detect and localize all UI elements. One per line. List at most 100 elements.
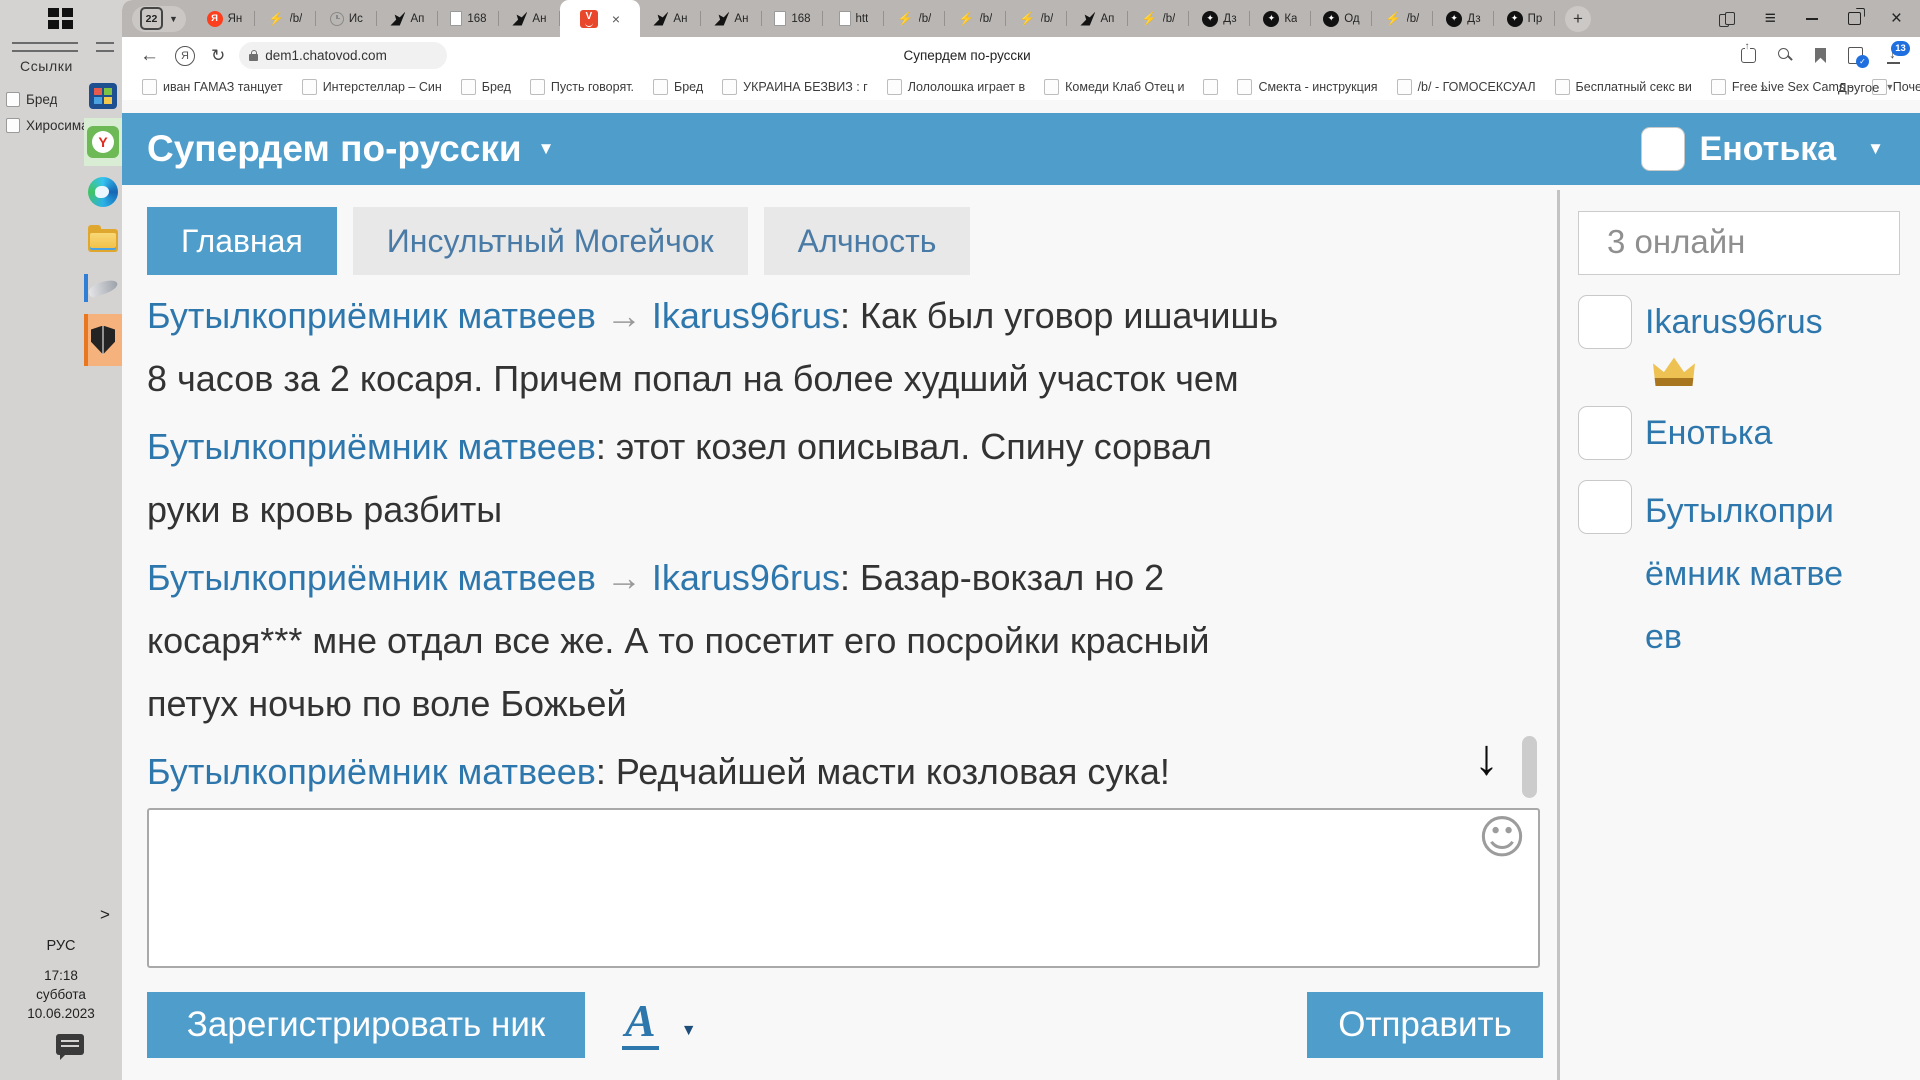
- bookmark-icon[interactable]: [1815, 48, 1826, 63]
- toolbar-grip[interactable]: [12, 42, 78, 52]
- file-explorer-icon[interactable]: [84, 220, 122, 260]
- browser-tab[interactable]: Ан: [640, 0, 701, 37]
- room-dropdown-caret-icon[interactable]: ▼: [538, 139, 555, 159]
- browser-menu-icon[interactable]: ≡: [1765, 9, 1776, 28]
- chat-scrollbar-thumb[interactable]: [1522, 736, 1537, 798]
- shield-app-icon[interactable]: [84, 314, 122, 366]
- message-arrow: →: [596, 295, 652, 336]
- message-author[interactable]: Бутылкоприёмник матвеев: [147, 426, 596, 467]
- bookmark-item[interactable]: Бред: [461, 79, 511, 95]
- tab-favicon-icon: [774, 11, 786, 26]
- language-indicator[interactable]: РУС: [0, 938, 122, 954]
- bookmark-item[interactable]: УКРАИНА БЕЗВИЗ : г: [722, 79, 868, 95]
- share-icon[interactable]: [1741, 48, 1756, 63]
- tab-close-icon[interactable]: [612, 11, 620, 27]
- browser-tab[interactable]: [560, 0, 640, 37]
- text-format-control[interactable]: A ▼: [622, 998, 697, 1050]
- taskbar-link[interactable]: Хиросима Н: [6, 112, 88, 138]
- downloads-icon[interactable]: 13: [1885, 47, 1902, 64]
- bookmark-item[interactable]: иван ГАМАЗ танцует: [142, 79, 283, 95]
- browser-tab[interactable]: /b/: [1128, 0, 1189, 37]
- chat-room-tab[interactable]: Главная: [147, 207, 337, 275]
- bookmark-item[interactable]: Free Live Sex Cams -: [1711, 79, 1853, 95]
- message-target[interactable]: Ikarus96rus: [652, 295, 840, 336]
- taskbar-clock[interactable]: 17:18 суббота 10.06.2023: [0, 966, 122, 1023]
- message-author[interactable]: Бутылкоприёмник матвеев: [147, 557, 596, 598]
- scroll-to-bottom-arrow-icon[interactable]: ↓: [1474, 728, 1499, 786]
- user-name[interactable]: Ikarus96rus: [1645, 295, 1823, 349]
- browser-tab[interactable]: Дз: [1189, 0, 1250, 37]
- bookmark-item[interactable]: Лололошка играет в: [887, 79, 1025, 95]
- user-list-item[interactable]: Бутылкоприёмник матвеев: [1578, 480, 1918, 669]
- bookmark-item[interactable]: Пусть говорят.: [530, 79, 634, 95]
- yandex-browser-icon[interactable]: Y: [84, 118, 122, 166]
- bookmark-item[interactable]: Интерстеллар – Син: [302, 79, 442, 95]
- bookmark-item[interactable]: [1203, 79, 1218, 95]
- bookmarks-overflow-chevron[interactable]: »: [1760, 79, 1768, 95]
- back-icon[interactable]: ←: [140, 46, 159, 65]
- taskbar-link[interactable]: Бред: [6, 86, 88, 112]
- browser-tab[interactable]: Ян: [194, 0, 255, 37]
- toolbar-grip[interactable]: [96, 42, 114, 52]
- notification-center-icon[interactable]: [56, 1034, 84, 1055]
- browser-tab[interactable]: Пр: [1494, 0, 1555, 37]
- format-dropdown-caret-icon[interactable]: ▼: [681, 1022, 697, 1040]
- message-author[interactable]: Бутылкоприёмник матвеев: [147, 295, 596, 336]
- current-user-menu[interactable]: Енотька ▼: [1641, 113, 1884, 185]
- vertical-tabs-icon[interactable]: [1719, 12, 1735, 26]
- font-style-icon[interactable]: A: [622, 998, 659, 1050]
- edge-browser-icon[interactable]: [84, 172, 122, 212]
- browser-tab[interactable]: /b/: [1006, 0, 1067, 37]
- browser-tab[interactable]: /b/: [255, 0, 316, 37]
- bookmark-item[interactable]: /b/ - ГОМОСЕКСУАЛ: [1397, 79, 1536, 95]
- user-name[interactable]: Бутылкоприёмник матвеев: [1645, 480, 1851, 669]
- refresh-icon[interactable]: ↻: [211, 47, 225, 64]
- online-count[interactable]: 3 онлайн: [1578, 211, 1900, 275]
- user-list-item[interactable]: Ikarus96rus: [1578, 295, 1918, 386]
- bookmark-favicon-icon: [1203, 79, 1218, 95]
- browser-tab[interactable]: /b/: [884, 0, 945, 37]
- search-icon[interactable]: [1778, 48, 1793, 63]
- register-nick-button[interactable]: Зарегистрировать ник: [147, 992, 585, 1058]
- close-window-button[interactable]: ×: [1891, 9, 1902, 28]
- bookmark-item[interactable]: Смекта - инструкция: [1237, 79, 1377, 95]
- restore-button[interactable]: [1848, 12, 1861, 25]
- chat-room-tab[interactable]: Алчность: [764, 207, 971, 275]
- browser-tab[interactable]: Ап: [1067, 0, 1128, 37]
- message-author[interactable]: Бутылкоприёмник матвеев: [147, 751, 596, 792]
- new-tab-button[interactable]: +: [1565, 6, 1591, 32]
- user-name[interactable]: Енотька: [1645, 406, 1772, 460]
- message-input[interactable]: ☺: [147, 808, 1540, 968]
- browser-tab[interactable]: /b/: [1372, 0, 1433, 37]
- browser-tab[interactable]: /b/: [945, 0, 1006, 37]
- send-button[interactable]: Отправить: [1307, 992, 1543, 1058]
- browser-tab[interactable]: Ка: [1250, 0, 1311, 37]
- browser-tab[interactable]: 168: [762, 0, 823, 37]
- browser-tab[interactable]: htt: [823, 0, 884, 37]
- message-target[interactable]: Ikarus96rus: [652, 557, 840, 598]
- tab-search-button[interactable]: 22 ▼: [132, 6, 186, 32]
- emoji-smiley-icon[interactable]: ☺: [1478, 810, 1526, 864]
- browser-tab[interactable]: Ан: [499, 0, 560, 37]
- collections-icon[interactable]: ✓: [1848, 47, 1863, 64]
- bookmark-item[interactable]: Бесплатный секс ви: [1555, 79, 1692, 95]
- feather-app-icon[interactable]: [84, 268, 122, 308]
- store-app-icon[interactable]: [84, 80, 122, 112]
- browser-tab[interactable]: Ан: [701, 0, 762, 37]
- home-icon[interactable]: Я: [175, 46, 195, 66]
- room-title[interactable]: Супердем по-русски: [147, 128, 522, 170]
- windows-start-icon[interactable]: [48, 8, 73, 30]
- browser-tab[interactable]: Ап: [377, 0, 438, 37]
- browser-tab[interactable]: Од: [1311, 0, 1372, 37]
- browser-tab[interactable]: Ис: [316, 0, 377, 37]
- user-list-item[interactable]: Енотька: [1578, 406, 1918, 460]
- address-bar[interactable]: dem1.chatovod.com: [239, 42, 447, 69]
- bookmark-item[interactable]: Комеди Клаб Отец и: [1044, 79, 1184, 95]
- chat-room-tab[interactable]: Инсультный Могейчок: [353, 207, 748, 275]
- browser-tab[interactable]: 168: [438, 0, 499, 37]
- other-bookmarks[interactable]: Другое ▼: [1838, 74, 1894, 100]
- minimize-button[interactable]: [1806, 18, 1818, 20]
- browser-tab[interactable]: Дз: [1433, 0, 1494, 37]
- bookmark-item[interactable]: Бред: [653, 79, 703, 95]
- taskbar-expand-chevron[interactable]: >: [100, 905, 110, 925]
